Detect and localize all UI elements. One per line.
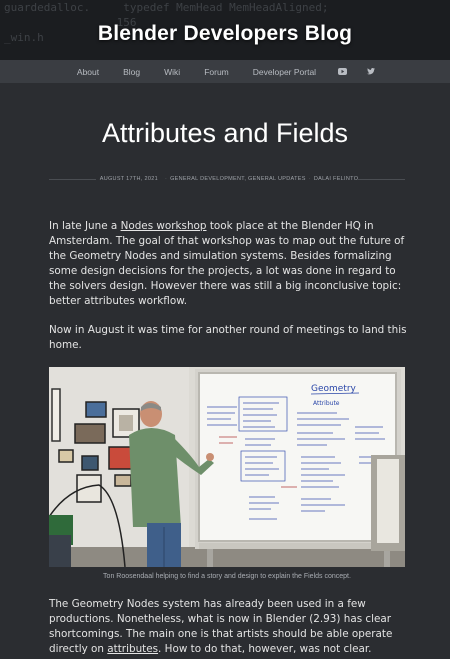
main-nav: About Blog Wiki Forum Developer Portal — [0, 60, 450, 83]
post-date: AUGUST 17TH, 2021 — [99, 176, 158, 182]
nav-item-blog[interactable]: Blog — [123, 67, 140, 77]
whiteboard-heading: Geometry — [311, 384, 357, 394]
meta-divider-left — [49, 178, 96, 180]
site-title[interactable]: Blender Developers Blog — [0, 22, 450, 46]
paragraph-geometry-nodes: The Geometry Nodes system has already be… — [49, 598, 393, 655]
nodes-workshop-link[interactable]: Nodes workshop — [121, 220, 207, 232]
site-header: guardedalloc. typedef MemHead MemHeadAli… — [0, 0, 450, 60]
post-title: Attributes and Fields — [101, 118, 349, 148]
post-meta: AUGUST 17TH, 2021 · GENERAL DEVELOPMENT,… — [49, 174, 406, 184]
post-categories[interactable]: GENERAL DEVELOPMENT, GENERAL UPDATES — [170, 176, 306, 182]
meta-separator-dot: · — [164, 176, 168, 182]
nav-item-developer-portal[interactable]: Developer Portal — [253, 67, 316, 77]
post-author[interactable]: DALAI FELINTO — [314, 176, 358, 182]
twitter-icon[interactable] — [367, 68, 376, 75]
figure-caption: Ton Roosendaal helping to find a story a… — [103, 573, 351, 580]
paragraph-intro: In late June a Nodes workshop took place… — [49, 220, 405, 307]
whiteboard-photo: Geometry Attribute — [49, 367, 405, 567]
whiteboard-subheading: Attribute — [313, 400, 340, 407]
attributes-link[interactable]: attributes — [107, 643, 158, 655]
nav-item-forum[interactable]: Forum — [204, 67, 229, 77]
meta-divider-right — [358, 178, 406, 180]
youtube-icon[interactable] — [338, 68, 348, 75]
meta-separator-dot: · — [308, 176, 311, 182]
paragraph-august: Now in August it was time for another ro… — [49, 324, 407, 351]
nav-item-about[interactable]: About — [77, 67, 99, 77]
nav-item-wiki[interactable]: Wiki — [164, 67, 180, 77]
